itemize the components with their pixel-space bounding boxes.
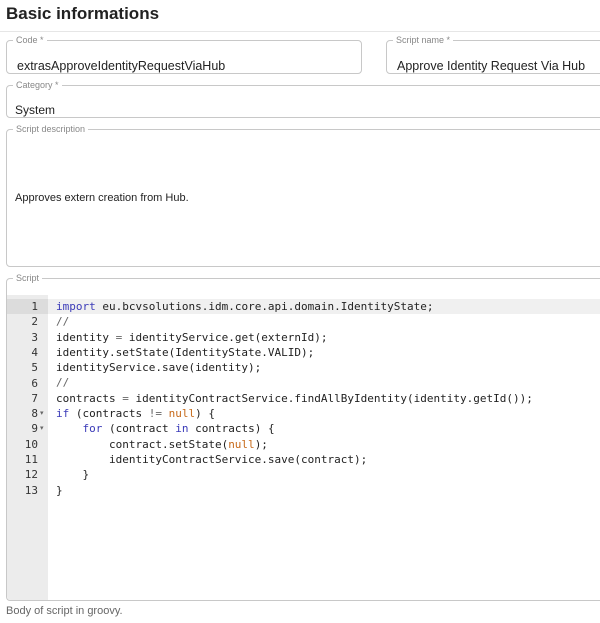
- code-editor[interactable]: 1 2 3 4 5 6 7 8 ▾ 9 ▾ 10 11 12 13 import eu.bcvsolutio…: [7, 295, 600, 600]
- script-description-value: Approves extern creation from Hub.: [15, 192, 189, 204]
- code-token: null: [168, 407, 196, 421]
- code-token: !=: [148, 407, 162, 421]
- code-token: in: [175, 422, 189, 436]
- line-number: 11: [24, 453, 38, 466]
- line-number: 1: [31, 300, 38, 313]
- code-token: ) {: [195, 407, 215, 421]
- script-helper-text: Body of script in groovy.: [6, 605, 123, 617]
- gutter-row: 9 ▾: [7, 421, 48, 436]
- line-number: 3: [31, 330, 38, 344]
- script-description-textarea[interactable]: Script description Approves extern creat…: [6, 124, 600, 267]
- code-line: if (contracts != null) {: [56, 406, 600, 421]
- code-line: import eu.bcvsolutions.idm.core.api.doma…: [56, 299, 600, 314]
- script-label: Script: [16, 273, 40, 283]
- code-line: identity = identityService.get(externId)…: [56, 330, 600, 345]
- code-line: //: [56, 314, 600, 329]
- code-token: =: [122, 391, 129, 405]
- code-token: (contract: [102, 422, 176, 436]
- code-token: identity.setState(IdentityState.VALID);: [56, 345, 315, 359]
- code-token: null: [228, 437, 255, 451]
- category-value: System: [15, 103, 56, 117]
- code-value: extrasApproveIdentityRequestViaHub: [17, 59, 226, 73]
- code-token: //: [56, 315, 70, 329]
- editor-gutter: 1 2 3 4 5 6 7 8 ▾ 9 ▾ 10 11 12 13: [7, 295, 48, 600]
- code-token: //: [56, 376, 70, 390]
- code-line: identity.setState(IdentityState.VALID);: [56, 345, 600, 360]
- line-number: 4: [31, 345, 38, 359]
- gutter-row: 2: [7, 314, 48, 329]
- code-token: if: [56, 407, 70, 421]
- code-line: }: [56, 467, 600, 482]
- section-header: Basic informations: [0, 0, 600, 32]
- code-line: for (contract in contracts) {: [56, 421, 600, 436]
- fold-toggle-icon[interactable]: ▾: [40, 421, 44, 436]
- line-number: 10: [24, 437, 38, 451]
- code-token: );: [254, 437, 268, 451]
- category-select[interactable]: Category * System: [6, 80, 600, 118]
- category-label: Category *: [16, 80, 59, 90]
- gutter-row: 13: [7, 483, 48, 498]
- line-number: 6: [31, 376, 38, 390]
- gutter-row: 11: [7, 452, 48, 467]
- line-number: 5: [31, 361, 38, 375]
- code-token: contracts) {: [188, 422, 275, 436]
- gutter-row: 8 ▾: [7, 406, 48, 421]
- code-token: for: [82, 422, 103, 436]
- script-name-label: Script name *: [396, 35, 451, 45]
- code-line: //: [56, 375, 600, 390]
- code-token: identity: [56, 330, 116, 344]
- script-description-label: Script description: [16, 124, 86, 134]
- code-line: identityService.save(identity);: [56, 360, 600, 375]
- code-token: (contracts: [69, 407, 149, 421]
- gutter-row: 4: [7, 345, 48, 360]
- code-token: identityContractService.findAllByIdentit…: [128, 391, 533, 405]
- code-token: eu.bcvsolutions.idm.core.api.domain.Iden…: [95, 300, 434, 313]
- code-token: contracts: [56, 391, 123, 405]
- code-token: identityService.save(identity);: [56, 361, 262, 375]
- line-number: 2: [31, 315, 38, 329]
- code-label: Code *: [16, 35, 44, 45]
- line-number: 12: [24, 468, 38, 482]
- code-line: }: [56, 483, 600, 498]
- line-number: 13: [24, 483, 38, 497]
- script-field: Script 1 2 3 4 5 6 7 8 ▾ 9 ▾ 10 11 12 13 import eu.bcv…: [6, 273, 600, 601]
- gutter-row: 6: [7, 376, 48, 391]
- line-number: 9: [31, 422, 38, 436]
- line-number: 7: [31, 391, 38, 405]
- code-token: identityService.get(externId);: [122, 330, 328, 344]
- code-line: contracts = identityContractService.find…: [56, 391, 600, 406]
- code-field[interactable]: Code * extrasApproveIdentityRequestViaHu…: [6, 35, 362, 74]
- code-token: import: [56, 300, 96, 313]
- gutter-row: 12: [7, 467, 48, 482]
- code-token: }: [56, 483, 63, 497]
- code-line: contract.setState(null);: [56, 437, 600, 452]
- code-token: }: [56, 468, 90, 482]
- script-name-field[interactable]: Script name * Approve Identity Request V…: [386, 35, 600, 74]
- gutter-row: 1: [7, 299, 48, 315]
- code-line: identityContractService.save(contract);: [56, 452, 600, 467]
- line-number: 8: [31, 407, 38, 421]
- fold-toggle-icon[interactable]: ▾: [40, 406, 44, 421]
- code-lines: import eu.bcvsolutions.idm.core.api.doma…: [56, 299, 600, 498]
- gutter-row: 7: [7, 391, 48, 406]
- code-token: contract.setState(: [56, 437, 229, 451]
- gutter-row: 10: [7, 437, 48, 452]
- gutter-row: 3: [7, 330, 48, 345]
- script-name-value: Approve Identity Request Via Hub: [397, 59, 586, 73]
- code-token: identityContractService.save(contract);: [56, 452, 368, 466]
- section-title: Basic informations: [6, 4, 160, 23]
- gutter-row: 5: [7, 360, 48, 375]
